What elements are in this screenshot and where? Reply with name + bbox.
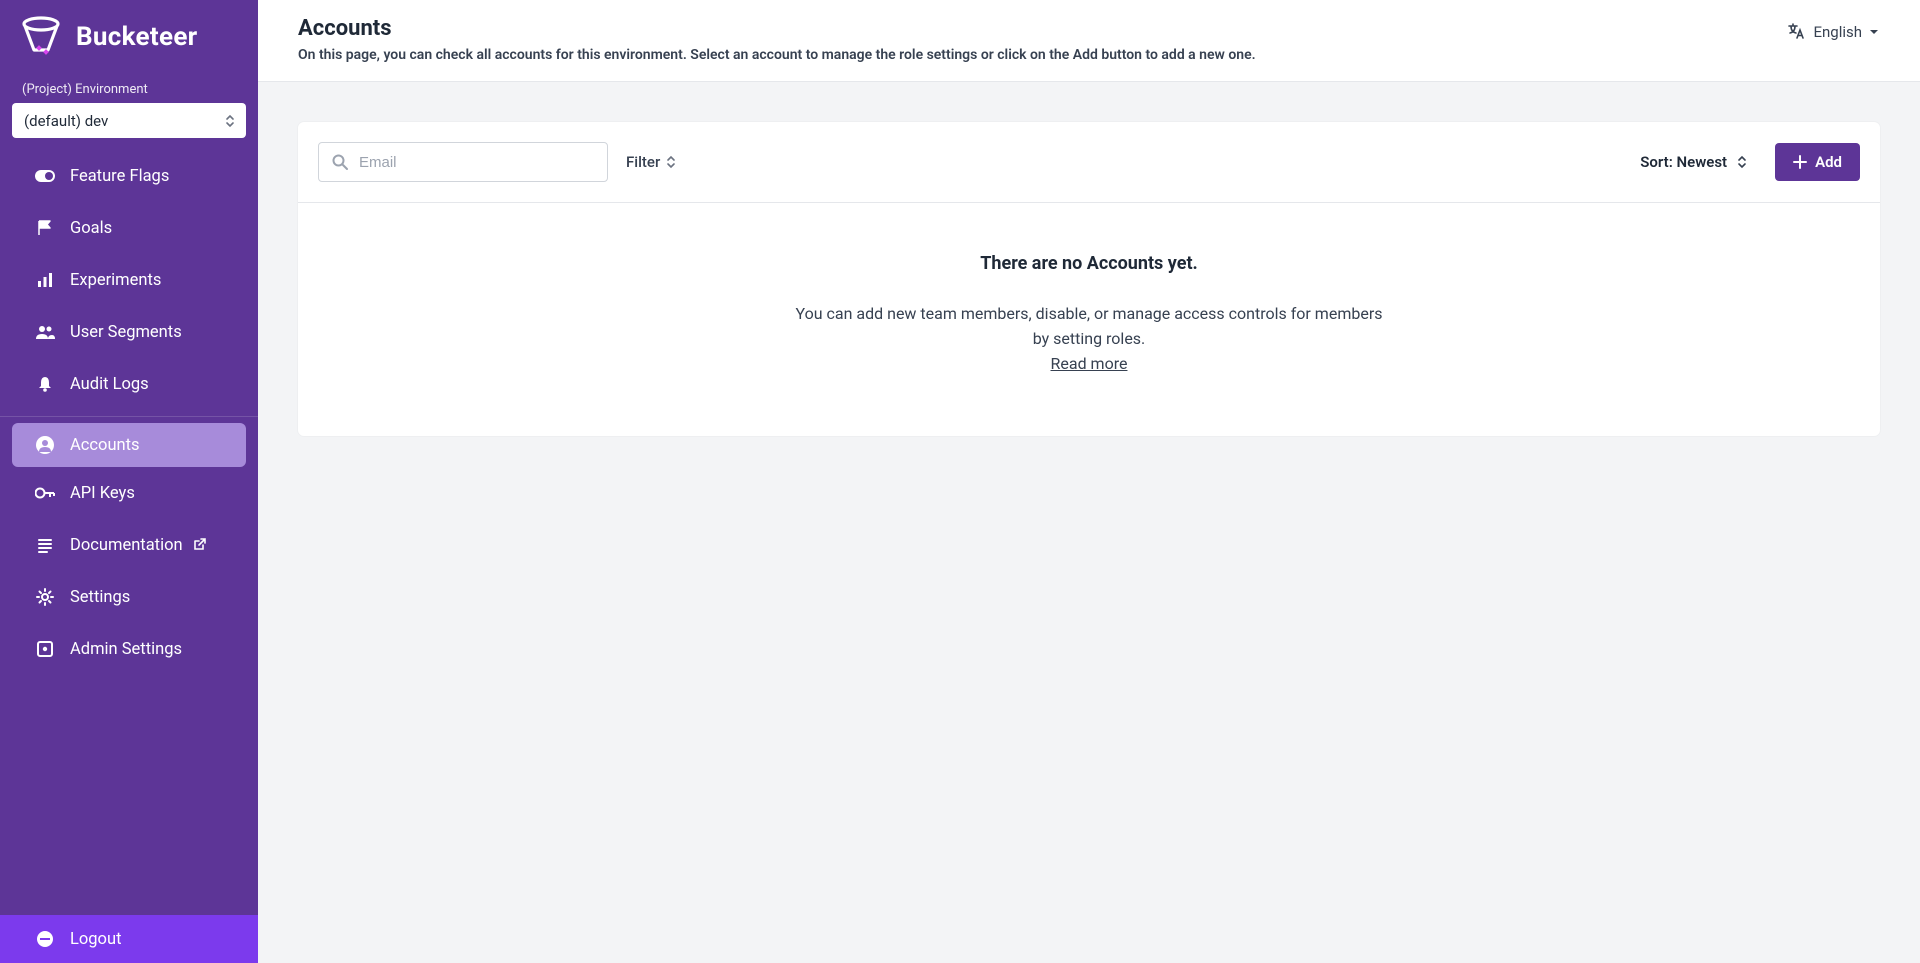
sidebar-item-label: Experiments: [70, 271, 161, 290]
chart-bar-icon: [34, 271, 56, 289]
read-more-link[interactable]: Read more: [1051, 354, 1128, 373]
filter-button[interactable]: Filter: [626, 153, 676, 171]
empty-state-title: There are no Accounts yet.: [338, 253, 1840, 274]
search-input[interactable]: [359, 154, 595, 171]
sidebar-item-experiments[interactable]: Experiments: [0, 254, 258, 306]
add-button[interactable]: Add: [1775, 143, 1860, 181]
nav-divider: [0, 416, 258, 417]
sort-label: Sort: Newest: [1640, 153, 1727, 171]
table-toolbar: Filter Sort: Newest: [298, 122, 1880, 203]
logout-button[interactable]: Logout: [0, 915, 258, 963]
primary-nav: Feature Flags Goals Experiments User Seg…: [0, 150, 258, 915]
sidebar-item-label: Goals: [70, 219, 112, 238]
environment-label: (Project) Environment: [0, 82, 258, 97]
filter-label: Filter: [626, 153, 660, 171]
sidebar-item-label: Settings: [70, 588, 130, 607]
empty-state-desc-line2: by setting roles.: [789, 327, 1389, 352]
unfold-more-icon: [1737, 155, 1747, 169]
sidebar-item-user-segments[interactable]: User Segments: [0, 306, 258, 358]
search-input-wrapper[interactable]: [318, 142, 608, 182]
sidebar-item-label: Audit Logs: [70, 375, 149, 394]
bell-icon: [34, 375, 56, 393]
translate-icon: [1787, 22, 1807, 42]
sidebar-item-accounts[interactable]: Accounts: [12, 423, 246, 467]
sidebar-item-label: API Keys: [70, 484, 135, 503]
plus-icon: [1793, 155, 1807, 169]
gear-icon: [34, 588, 56, 606]
search-icon: [331, 153, 349, 171]
sidebar-item-admin-settings[interactable]: Admin Settings: [0, 623, 258, 675]
sidebar-item-api-keys[interactable]: API Keys: [0, 467, 258, 519]
page-title: Accounts: [298, 16, 1256, 41]
sidebar-item-audit-logs[interactable]: Audit Logs: [0, 358, 258, 410]
sidebar-item-label: Feature Flags: [70, 167, 169, 186]
chevron-down-icon: [1868, 26, 1880, 38]
sort-button[interactable]: Sort: Newest: [1640, 153, 1747, 171]
sidebar-item-label: Admin Settings: [70, 640, 182, 659]
sidebar-item-settings[interactable]: Settings: [0, 571, 258, 623]
brand-name: Bucketeer: [76, 22, 197, 52]
page-description: On this page, you can check all accounts…: [298, 47, 1256, 63]
unfold-more-icon: [224, 113, 236, 129]
environment-selected-value: (default) dev: [24, 112, 108, 130]
add-button-label: Add: [1815, 153, 1842, 171]
sidebar-item-label: Accounts: [70, 436, 140, 455]
brand-logo[interactable]: Bucketeer: [0, 0, 258, 82]
main-content: Accounts On this page, you can check all…: [258, 0, 1920, 963]
minus-circle-icon: [34, 929, 56, 949]
logout-label: Logout: [70, 930, 121, 949]
sidebar-item-label: Documentation: [70, 536, 183, 555]
account-circle-icon: [34, 435, 56, 455]
environment-select[interactable]: (default) dev: [12, 103, 246, 138]
sidebar-item-label: User Segments: [70, 323, 182, 342]
key-icon: [34, 487, 56, 499]
page-header: Accounts On this page, you can check all…: [258, 0, 1920, 82]
flag-icon: [34, 219, 56, 237]
bucketeer-logo-icon: [20, 16, 62, 58]
unfold-more-icon: [666, 155, 676, 169]
language-label: English: [1813, 23, 1862, 41]
people-icon: [34, 324, 56, 340]
sidebar-item-feature-flags[interactable]: Feature Flags: [0, 150, 258, 202]
empty-state-desc-line1: You can add new team members, disable, o…: [789, 302, 1389, 327]
accounts-card: Filter Sort: Newest: [298, 122, 1880, 436]
sidebar: Bucketeer (Project) Environment (default…: [0, 0, 258, 963]
empty-state: There are no Accounts yet. You can add n…: [298, 203, 1880, 436]
toggle-icon: [34, 170, 56, 182]
sidebar-item-documentation[interactable]: Documentation: [0, 519, 258, 571]
document-icon: [34, 536, 56, 554]
sidebar-item-goals[interactable]: Goals: [0, 202, 258, 254]
language-selector[interactable]: English: [1787, 16, 1880, 42]
external-link-icon: [191, 537, 207, 553]
admin-settings-icon: [34, 640, 56, 658]
